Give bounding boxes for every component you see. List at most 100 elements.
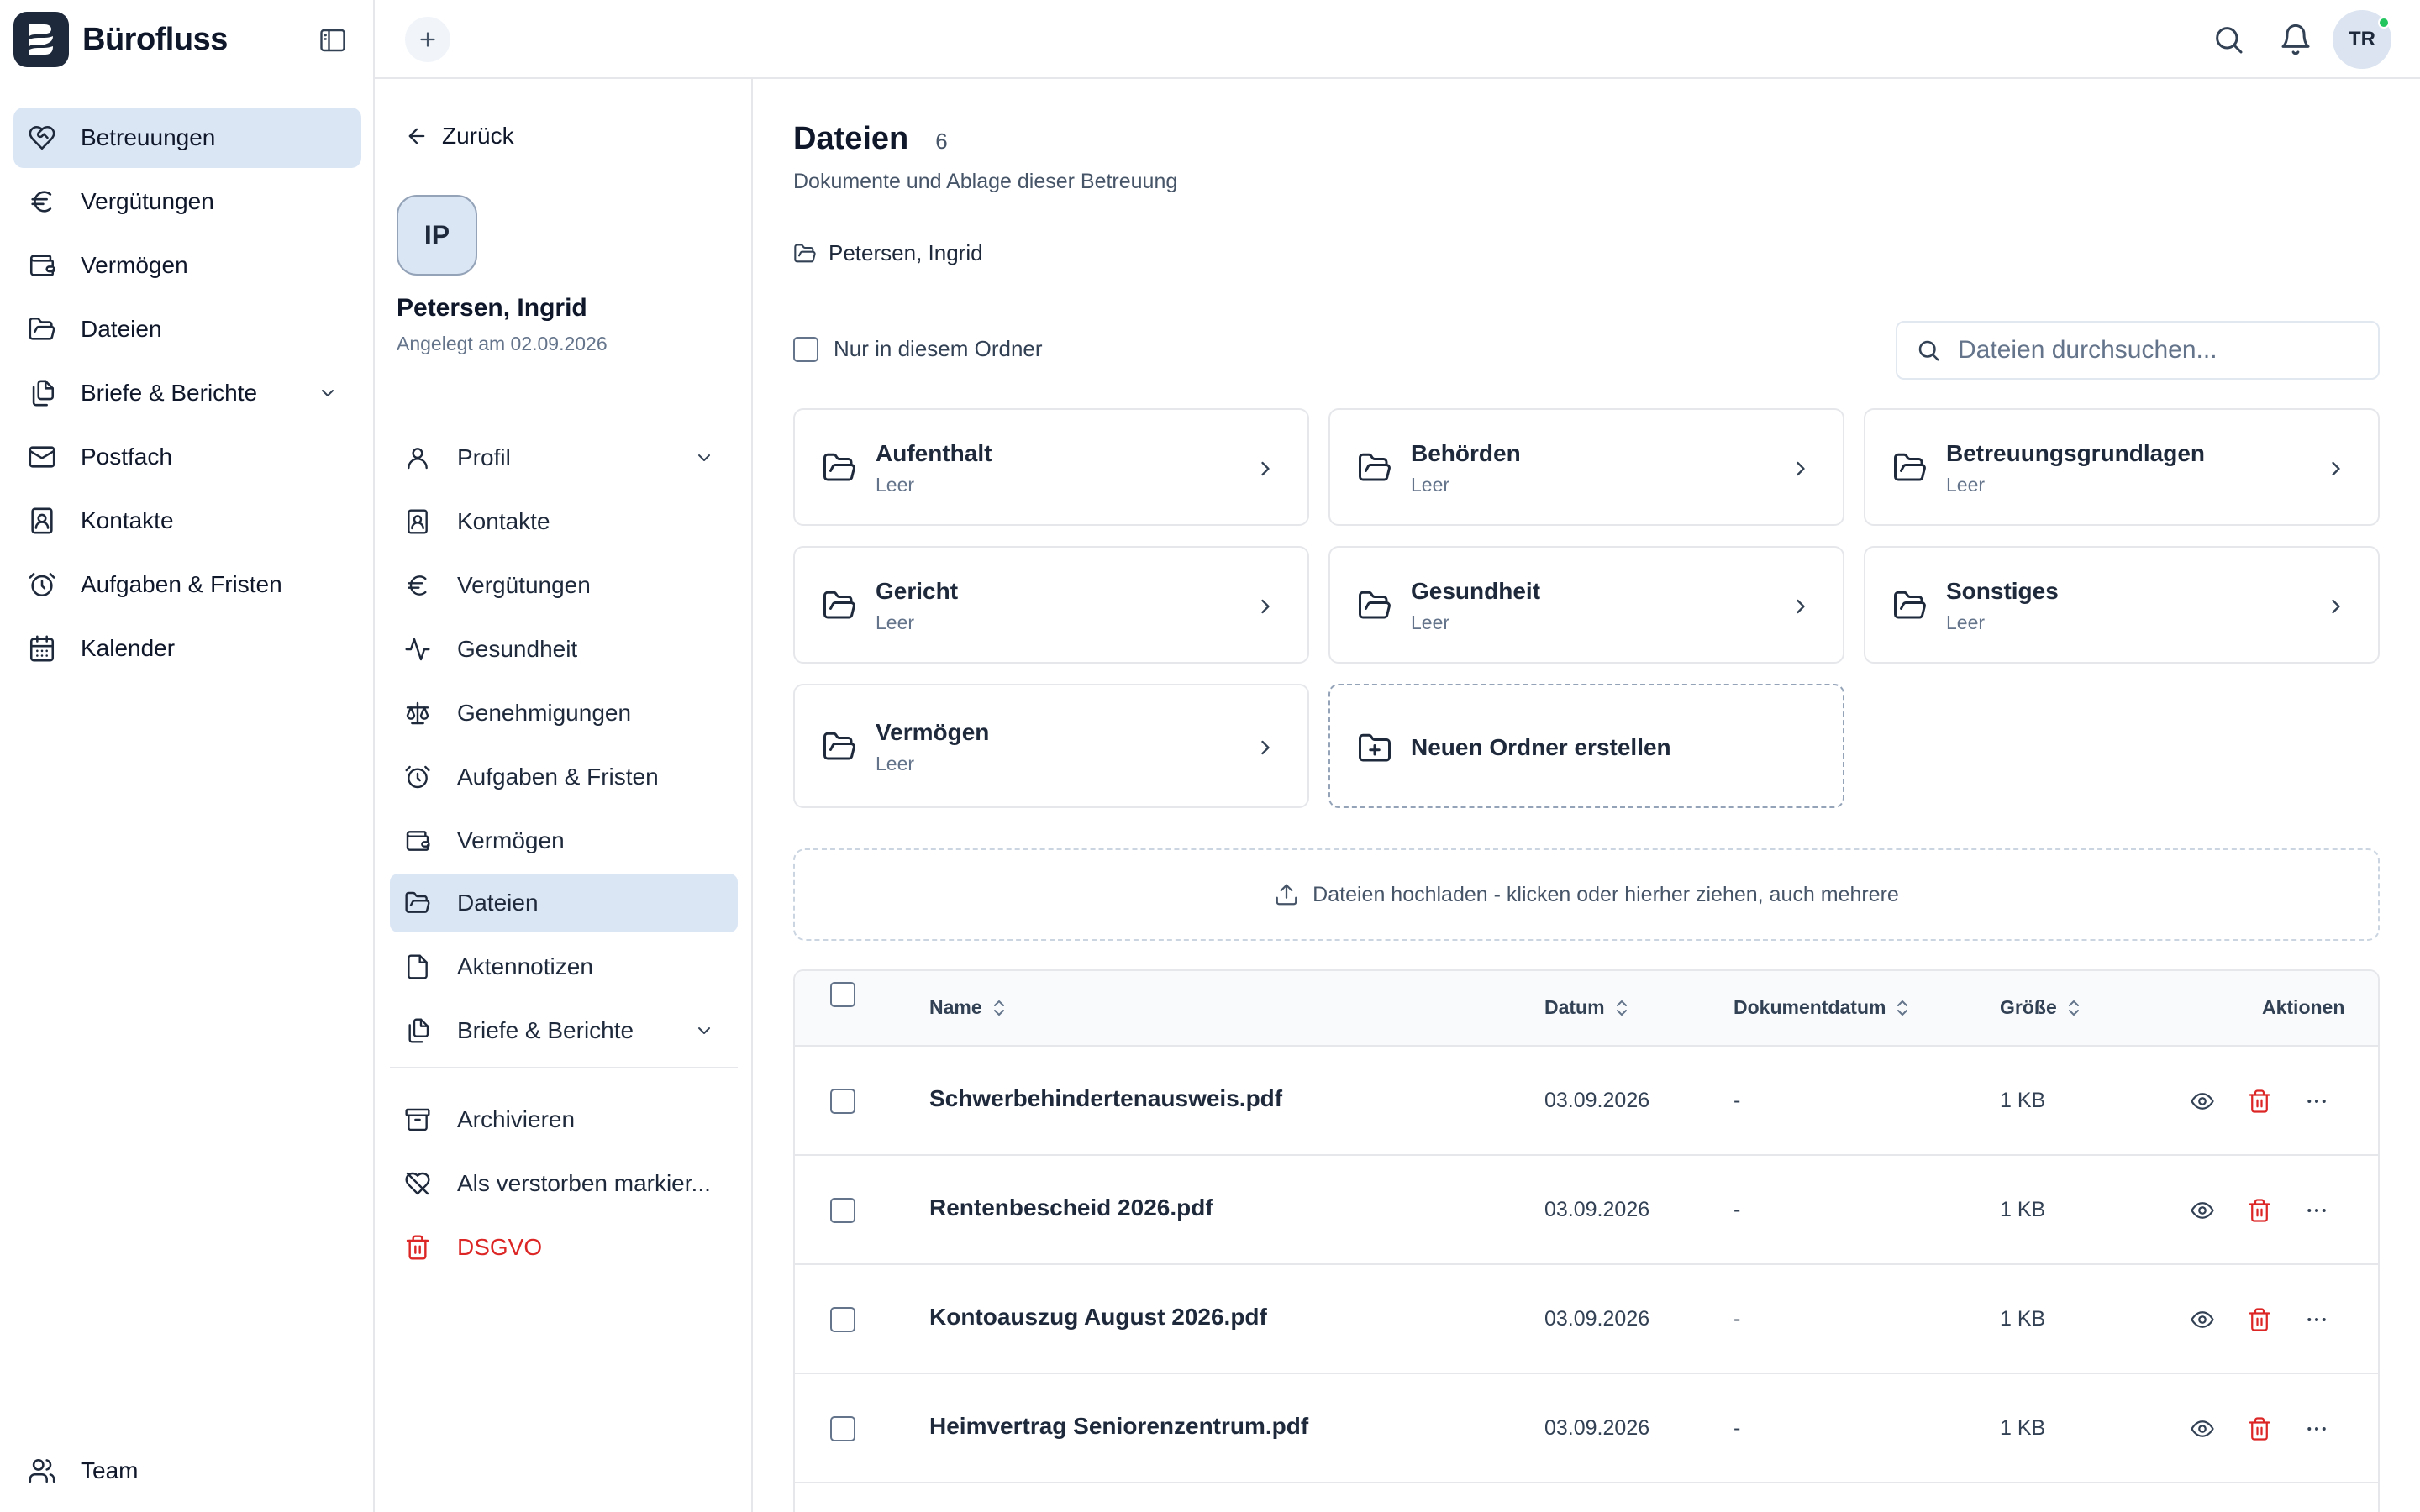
file-document-date: - [1733, 1198, 1741, 1221]
detail-item-briefe-berichte[interactable]: Briefe & Berichte [390, 1001, 738, 1060]
sort-icon [2065, 998, 2082, 1018]
detail-item-genehmigungen[interactable]: Genehmigungen [390, 684, 738, 743]
row-checkbox[interactable] [830, 1307, 855, 1332]
eye-icon[interactable] [2190, 1089, 2215, 1114]
sidebar-item-dateien[interactable]: Dateien [13, 299, 361, 360]
sidebar-item-vermoegen[interactable]: Vermögen [13, 235, 361, 296]
folder-card-betreuungsgrundlagen[interactable]: Betreuungsgrundlagen Leer [1864, 408, 2380, 526]
column-label: Datum [1544, 996, 1605, 1018]
chevron-down-icon[interactable] [694, 448, 714, 468]
files-main: Dateien 6 Dokumente und Ablage dieser Be… [753, 79, 2420, 1512]
chevron-down-icon[interactable] [318, 383, 338, 403]
detail-item-kontakte[interactable]: Kontakte [390, 492, 738, 551]
detail-item-aufgaben-fristen[interactable]: Aufgaben & Fristen [390, 748, 738, 806]
file-search[interactable] [1896, 321, 2380, 380]
table-row[interactable]: Kontoauszug August 2026.pdf 03.09.2026 -… [795, 1265, 2378, 1374]
file-name[interactable]: Schwerbehindertenausweis.pdf [929, 1085, 1282, 1112]
column-size[interactable]: Größe [2000, 996, 2082, 1019]
search-icon[interactable] [2212, 23, 2245, 56]
person-created-date: Angelegt am 02.09.2026 [397, 333, 608, 354]
breadcrumb[interactable]: Petersen, Ingrid [793, 240, 983, 266]
more-horizontal-icon[interactable] [2304, 1416, 2329, 1441]
folder-card-behoerden[interactable]: Behörden Leer [1328, 408, 1844, 526]
file-date: 03.09.2026 [1544, 1089, 1650, 1112]
column-name[interactable]: Name [929, 996, 1007, 1019]
search-input[interactable] [1958, 336, 2361, 365]
column-date[interactable]: Datum [1544, 996, 1630, 1019]
file-name[interactable]: Heimvertrag Seniorenzentrum.pdf [929, 1413, 1308, 1440]
bell-icon[interactable] [2279, 23, 2312, 56]
chevron-right-icon [1254, 595, 1277, 618]
folder-name: Aufenthalt [876, 440, 992, 466]
detail-item-profil[interactable]: Profil [390, 428, 738, 487]
trash-icon[interactable] [2247, 1089, 2272, 1114]
sidebar-item-label: Vermögen [81, 252, 188, 278]
chevron-down-icon[interactable] [694, 1021, 714, 1041]
row-checkbox[interactable] [830, 1416, 855, 1441]
sidebar-item-verguetungen[interactable]: Vergütungen [13, 171, 361, 232]
column-document-date[interactable]: Dokumentdatum [1733, 996, 1911, 1019]
row-checkbox[interactable] [830, 1089, 855, 1114]
folder-card-gericht[interactable]: Gericht Leer [793, 546, 1309, 664]
trash-icon[interactable] [2247, 1307, 2272, 1332]
sidebar-item-label: Kalender [81, 635, 176, 661]
table-row[interactable]: Heimvertrag Seniorenzentrum.pdf 03.09.20… [795, 1374, 2378, 1483]
detail-action-label: Archivieren [457, 1106, 576, 1132]
sidebar-item-kontakte[interactable]: Kontakte [13, 491, 361, 551]
eye-icon[interactable] [2190, 1416, 2215, 1441]
only-this-folder-checkbox[interactable] [793, 336, 818, 362]
table-row[interactable]: Schwerbehindertenausweis.pdf 03.09.2026 … [795, 1047, 2378, 1156]
folder-card-vermoegen[interactable]: Vermögen Leer [793, 684, 1309, 808]
file-name[interactable]: Kontoauszug August 2026.pdf [929, 1304, 1267, 1331]
detail-item-gesundheit[interactable]: Gesundheit [390, 620, 738, 679]
folder-name: Betreuungsgrundlagen [1946, 440, 2206, 466]
alarm-clock-icon [403, 763, 432, 791]
detail-item-aktennotizen[interactable]: Aktennotizen [390, 937, 738, 996]
select-all-checkbox[interactable] [830, 982, 855, 1007]
more-horizontal-icon[interactable] [2304, 1307, 2329, 1332]
mark-deceased-button[interactable]: Als verstorben markier... [390, 1154, 738, 1213]
detail-item-label: Profil [457, 444, 511, 470]
archive-button[interactable]: Archivieren [390, 1090, 738, 1149]
dsgvo-button[interactable]: DSGVO [390, 1218, 738, 1277]
trash-icon[interactable] [2247, 1416, 2272, 1441]
folder-card-sonstiges[interactable]: Sonstiges Leer [1864, 546, 2380, 664]
sidebar-item-aufgaben-fristen[interactable]: Aufgaben & Fristen [13, 554, 361, 615]
detail-item-dateien[interactable]: Dateien [390, 874, 738, 932]
file-name[interactable]: Rentenbescheid 2026.pdf [929, 1194, 1213, 1221]
eye-icon[interactable] [2190, 1307, 2215, 1332]
eye-icon[interactable] [2190, 1198, 2215, 1223]
sidebar-item-kalender[interactable]: Kalender [13, 618, 361, 679]
folder-card-gesundheit[interactable]: Gesundheit Leer [1328, 546, 1844, 664]
contact-icon [403, 507, 432, 536]
trash-icon[interactable] [2247, 1198, 2272, 1223]
sidebar-toggle-icon[interactable] [318, 25, 348, 55]
sidebar-item-postfach[interactable]: Postfach [13, 427, 361, 487]
brand-header: Bürofluss [0, 0, 375, 79]
table-row[interactable]: Rentenbescheid 2026.pdf 03.09.2026 - 1 K… [795, 1156, 2378, 1265]
folder-card-aufenthalt[interactable]: Aufenthalt Leer [793, 408, 1309, 526]
sidebar-item-team[interactable]: Team [13, 1441, 361, 1501]
detail-item-vermoegen[interactable]: Vermögen [390, 811, 738, 870]
detail-item-verguetungen[interactable]: Vergütungen [390, 556, 738, 615]
more-horizontal-icon[interactable] [2304, 1198, 2329, 1223]
mail-icon [27, 442, 57, 472]
new-folder-button[interactable]: Neuen Ordner erstellen [1328, 684, 1844, 808]
sidebar-item-briefe-berichte[interactable]: Briefe & Berichte [13, 363, 361, 423]
folder-status: Leer [1411, 474, 1450, 496]
new-tab-button[interactable] [405, 17, 450, 62]
person-avatar: IP [397, 195, 477, 276]
users-icon [27, 1456, 57, 1486]
archive-icon [403, 1105, 432, 1134]
files-table: Name Datum Dokumentdatum Größe Aktionen [793, 969, 2380, 1512]
file-upload-dropzone[interactable]: Dateien hochladen - klicken oder hierher… [793, 848, 2380, 941]
sidebar-item-betreuungen[interactable]: Betreuungen [13, 108, 361, 168]
filter-label: Nur in diesem Ordner [834, 336, 1043, 361]
back-button[interactable]: Zurück [405, 123, 514, 150]
more-horizontal-icon[interactable] [2304, 1089, 2329, 1114]
detail-item-label: Kontakte [457, 508, 550, 534]
row-checkbox[interactable] [830, 1198, 855, 1223]
activity-icon [403, 635, 432, 664]
only-this-folder-filter[interactable]: Nur in diesem Ordner [793, 336, 1043, 362]
logo-icon[interactable] [13, 12, 69, 67]
